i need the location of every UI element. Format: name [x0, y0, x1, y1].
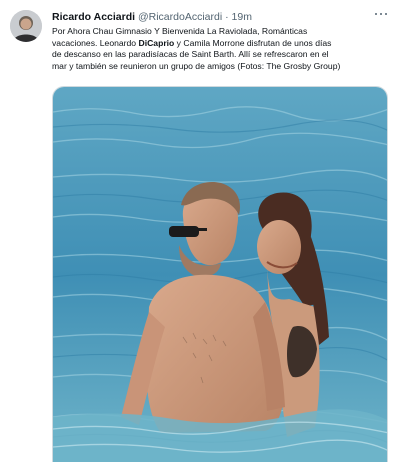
avatar[interactable] [10, 10, 42, 42]
tweet-text: Por Ahora Chau Gimnasio Y Bienvenida La … [52, 26, 392, 72]
tweet-header: Ricardo Acciardi @RicardoAcciardi · 19m [52, 10, 252, 24]
tweet-text-line: de descanso en las paradisíacas de Saint… [52, 49, 329, 59]
bold-keyword: DiCaprio [138, 37, 175, 48]
photo-beach-couple [53, 87, 387, 462]
tweet-text-line: mar y también se reunieron un grupo de a… [52, 60, 341, 71]
author-name[interactable]: Ricardo Acciardi [52, 11, 135, 23]
author-handle[interactable]: @RicardoAcciardi [138, 11, 222, 23]
separator-dot: · [225, 11, 229, 23]
tweet-timestamp[interactable]: 19m [232, 11, 252, 23]
tweet-text-line: vacaciones. Leonardo DiCaprio y Camila M… [52, 37, 332, 48]
tweet-photo[interactable] [52, 86, 388, 462]
tweet-card[interactable]: Ricardo Acciardi @RicardoAcciardi · 19m … [0, 0, 400, 462]
tweet-text-line: Por Ahora Chau Gimnasio Y Bienvenida La … [52, 26, 308, 36]
more-options-icon[interactable] [370, 6, 392, 22]
